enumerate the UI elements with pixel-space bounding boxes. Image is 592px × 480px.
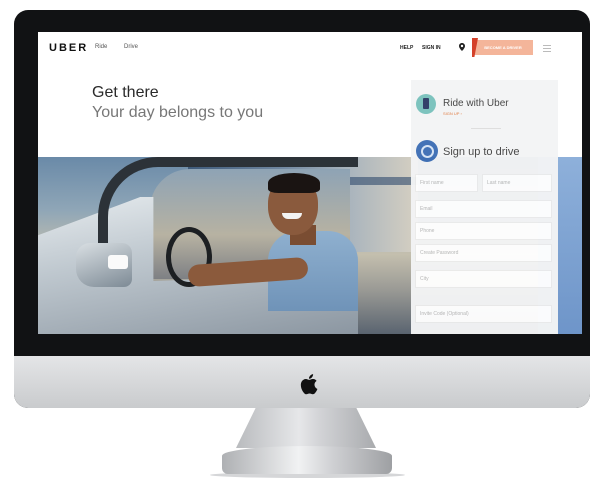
city-field[interactable]: City xyxy=(415,270,552,288)
password-field[interactable]: Create Password xyxy=(415,244,552,262)
ride-with-uber-title[interactable]: Ride with Uber xyxy=(443,98,509,109)
screen: UBER Ride Drive HELP SIGN IN BECOME A DR… xyxy=(38,32,582,334)
become-driver-button[interactable]: BECOME A DRIVER xyxy=(473,40,533,55)
apple-logo-icon xyxy=(300,374,318,395)
hamburger-menu-icon[interactable] xyxy=(543,45,551,52)
hero-subtitle: Your day belongs to you xyxy=(92,104,264,121)
top-nav: UBER Ride Drive HELP SIGN IN BECOME A DR… xyxy=(38,32,582,64)
nav-link-drive[interactable]: Drive xyxy=(124,44,138,50)
phone-field[interactable]: Phone xyxy=(415,222,552,240)
invite-code-field[interactable]: Invite Code (Optional) xyxy=(415,305,552,323)
signup-panel: Ride with Uber SIGN UP › Sign up to driv… xyxy=(411,80,558,334)
driver-smile xyxy=(282,213,302,219)
mirror-signal-light xyxy=(108,255,128,269)
hero-title: Get there xyxy=(92,84,159,101)
help-link[interactable]: HELP xyxy=(400,45,413,51)
last-name-field[interactable]: Last name xyxy=(482,174,552,192)
sign-in-link[interactable]: SIGN IN xyxy=(422,45,441,51)
imac-stand-base xyxy=(222,446,392,474)
nav-link-ride[interactable]: Ride xyxy=(95,44,107,50)
panel-divider xyxy=(471,128,501,129)
driver-hair xyxy=(268,173,320,193)
location-pin-icon[interactable] xyxy=(459,43,465,51)
first-name-field[interactable]: First name xyxy=(415,174,478,192)
steering-wheel-icon xyxy=(416,140,438,162)
email-field[interactable]: Email xyxy=(415,200,552,218)
uber-logo[interactable]: UBER xyxy=(49,42,88,54)
ride-phone-icon xyxy=(416,94,436,114)
ride-signup-link[interactable]: SIGN UP › xyxy=(443,111,462,116)
sign-up-to-drive-title: Sign up to drive xyxy=(443,146,520,158)
imac-stand-neck xyxy=(236,408,376,448)
